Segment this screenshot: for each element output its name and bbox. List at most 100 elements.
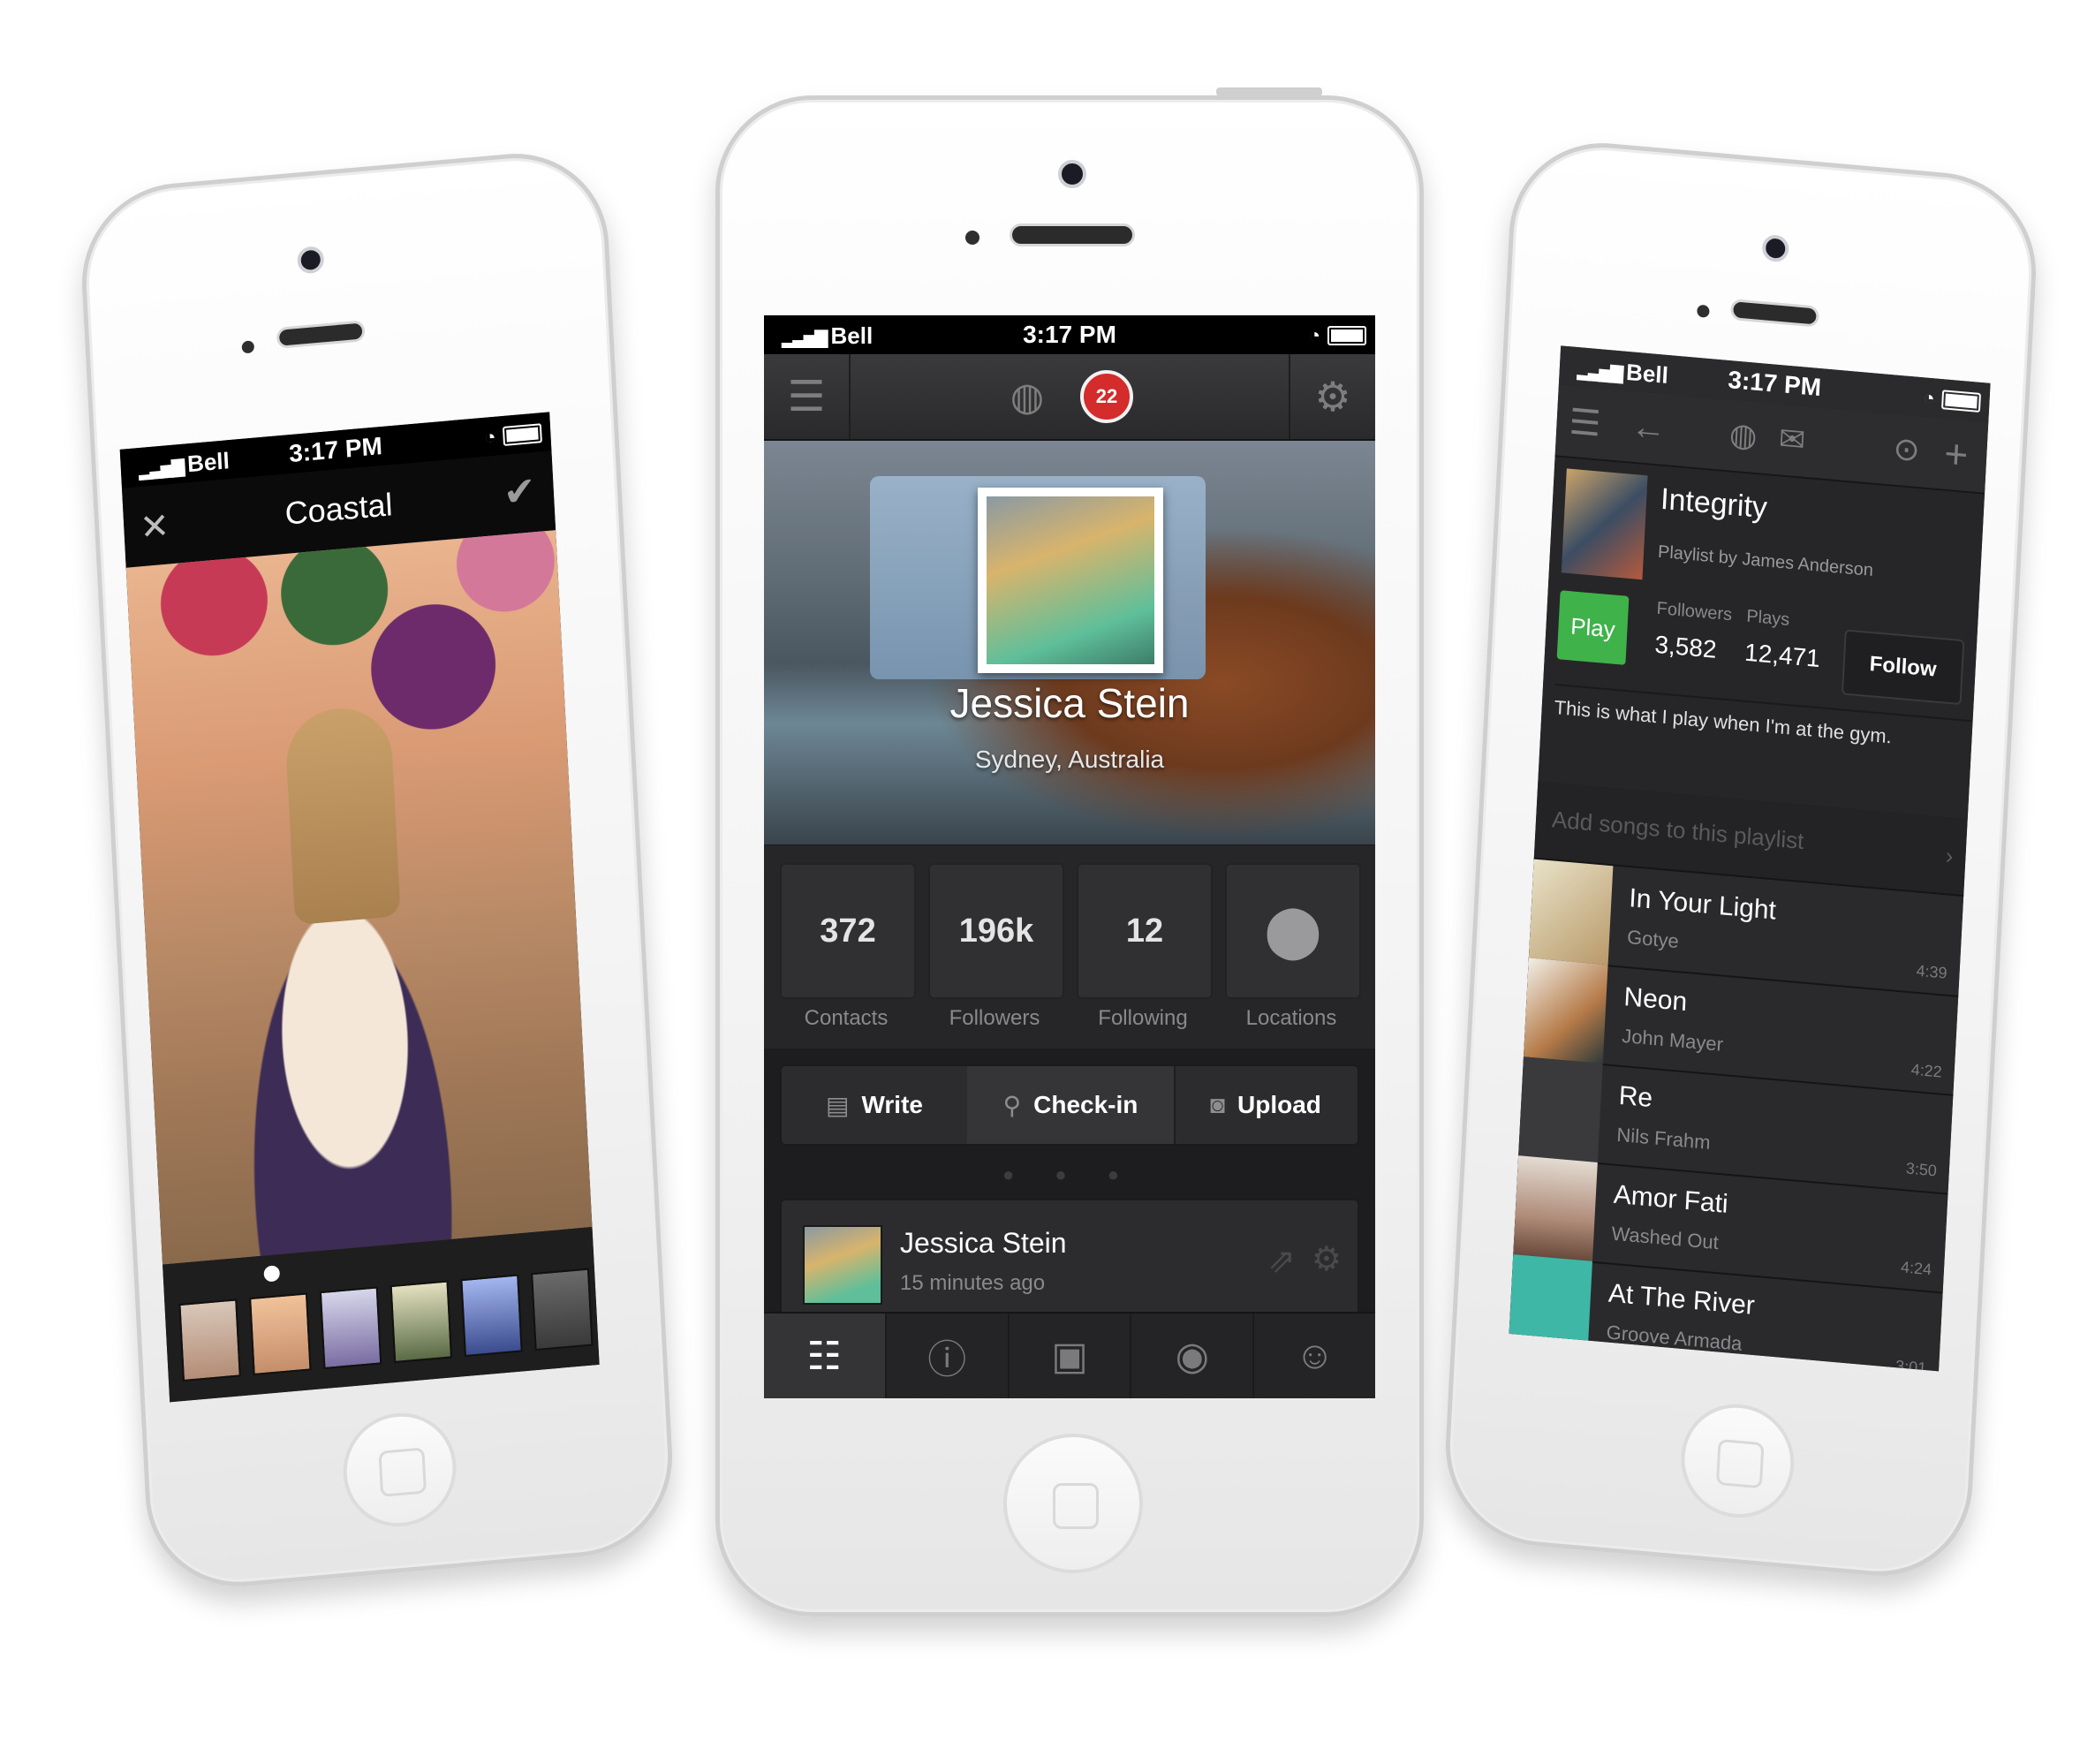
play-label: Play [1569,612,1616,643]
home-button[interactable] [1003,1434,1143,1573]
upload-label: Upload [1237,1091,1321,1118]
action-bar: ▤ Write ⚲ Check-in ◙ Upload [780,1064,1359,1146]
battery-icon [1327,326,1366,345]
info-icon: ⓘ [927,1338,967,1382]
filter-thumb[interactable] [460,1274,523,1358]
gear-icon[interactable]: ⚙ [1289,354,1375,439]
album-art [1513,1155,1598,1261]
alarm-icon: ◔ [483,425,497,449]
plays-label: Plays [1745,606,1790,630]
track-title: Neon [1622,981,1689,1018]
feed-post[interactable]: Jessica Stein 15 minutes ago ⇗ ⚙ [780,1199,1359,1317]
location-pin-icon: ⬤ [1264,902,1322,959]
filter-thumb[interactable] [531,1268,594,1351]
write-label: Write [861,1091,923,1118]
upload-button[interactable]: ◙ Upload [1174,1066,1358,1144]
track-title: In Your Light [1628,883,1777,926]
dropdown-circle-icon[interactable]: ⊙ [1892,430,1921,470]
play-button[interactable]: Play [1556,590,1630,665]
notification-badge[interactable]: 22 [1080,370,1133,423]
home-button[interactable] [1678,1399,1797,1523]
front-camera [297,246,325,275]
document-icon: ▤ [826,1091,850,1119]
locations-label: Locations [1245,1006,1337,1030]
menu-icon[interactable]: ☰ [1568,401,1602,444]
gear-icon[interactable]: ⚙ [1312,1239,1342,1279]
track-title: Re [1617,1080,1653,1114]
playlist-title: Integrity [1660,481,1768,526]
left-phone: ▂▃▅▇ Bell 3:17 PM ◔ ✕ Coastal ✔ [77,146,677,1594]
add-icon[interactable]: + [1943,429,1970,479]
tab-photos[interactable]: ▣ [1010,1314,1132,1398]
track-duration: 3:01 [1895,1357,1927,1372]
contacts-stat[interactable]: 372 [780,863,916,999]
profile-name: Jessica Stein [949,680,1190,726]
album-art [1518,1056,1603,1162]
avatar-image [987,496,1154,664]
album-art [1528,859,1614,965]
earpiece-speaker [276,320,366,349]
album-art [1509,1253,1592,1360]
filter-thumb[interactable] [319,1286,382,1370]
track-artist: John Mayer [1621,1024,1724,1056]
menu-icon[interactable]: ☰ [764,354,851,439]
following-stat[interactable]: 12 [1077,863,1213,999]
tab-feed[interactable]: ☷ [764,1314,887,1398]
list-icon: ☷ [806,1334,843,1378]
hair [284,704,401,926]
check-in-button[interactable]: ⚲ Check-in [967,1066,1176,1144]
tab-music[interactable]: ◉ [1131,1314,1255,1398]
write-button[interactable]: ▤ Write [782,1066,969,1144]
track-title: Amor Fati [1613,1179,1729,1219]
photo-icon: ▣ [1051,1334,1088,1378]
home-button[interactable] [340,1408,459,1532]
battery-icon [1940,390,1982,413]
avatar[interactable] [978,488,1163,673]
followers-label: Followers [949,1006,1040,1030]
track-duration: 4:22 [1910,1060,1943,1081]
mail-icon[interactable]: ✉ [1778,420,1806,459]
home-square-icon [378,1447,427,1497]
tab-bar: ☷ ⓘ ▣ ◉ ☺ [764,1312,1375,1398]
filter-indicator [263,1265,281,1283]
status-bar: ▂▃▅▇ Bell 3:17 PM ◔ [764,315,1375,354]
follow-button[interactable]: Follow [1841,629,1965,706]
right-screen: ▂▃▅▇ Bell 3:17 PM ◔ ☰ ← ◍ ✉ ⊙ + Integrity… [1509,345,1991,1372]
contacts-label: Contacts [804,1006,889,1030]
profile-location: Sydney, Australia [974,746,1165,773]
plays-count: 12,471 [1743,638,1821,673]
proximity-sensor [241,340,255,354]
alarm-icon: ◔ [1922,386,1936,410]
profile-navbar: ☰ ◍ 22 ⚙ [764,354,1375,441]
locations-stat[interactable]: ⬤ [1225,863,1361,999]
proximity-sensor [965,231,979,245]
globe-icon[interactable]: ◍ [1728,415,1758,455]
track-duration: 4:24 [1900,1258,1932,1279]
followers-stat[interactable]: 196k [928,863,1064,999]
album-art [1523,958,1608,1064]
tab-info[interactable]: ⓘ [887,1314,1010,1398]
back-arrow-icon[interactable]: ← [1630,407,1667,450]
filter-thumb[interactable] [178,1298,241,1382]
playlist-subtitle: Playlist by James Anderson [1657,541,1874,581]
location-pin-icon: ⚲ [1002,1091,1022,1119]
track-list: In Your Light Gotye 4:39 Neon John Mayer… [1509,859,1964,1372]
status-time: 3:17 PM [1023,321,1116,348]
filter-thumb[interactable] [249,1292,312,1376]
track-duration: 4:39 [1916,961,1948,982]
filter-thumb[interactable] [390,1280,453,1364]
track-artist: Gotye [1626,926,1680,953]
edited-photo [125,530,593,1265]
confirm-check-icon[interactable]: ✔ [503,468,537,516]
center-phone: ▂▃▅▇ Bell 3:17 PM ◔ ☰ ◍ 22 ⚙ Jessica Stei… [715,87,1424,1616]
front-camera [1058,160,1086,188]
center-screen: ▂▃▅▇ Bell 3:17 PM ◔ ☰ ◍ 22 ⚙ Jessica Stei… [764,315,1375,1398]
earpiece-speaker [1010,223,1135,246]
disc-icon: ◉ [1175,1334,1209,1378]
left-screen: ▂▃▅▇ Bell 3:17 PM ◔ ✕ Coastal ✔ [119,412,600,1403]
share-icon[interactable]: ⇗ [1267,1241,1296,1281]
tab-people[interactable]: ☺ [1254,1314,1375,1398]
chevron-right-icon: › [1945,842,1955,869]
globe-icon[interactable]: ◍ [1004,374,1050,420]
post-author[interactable]: Jessica Stein [900,1227,1067,1260]
